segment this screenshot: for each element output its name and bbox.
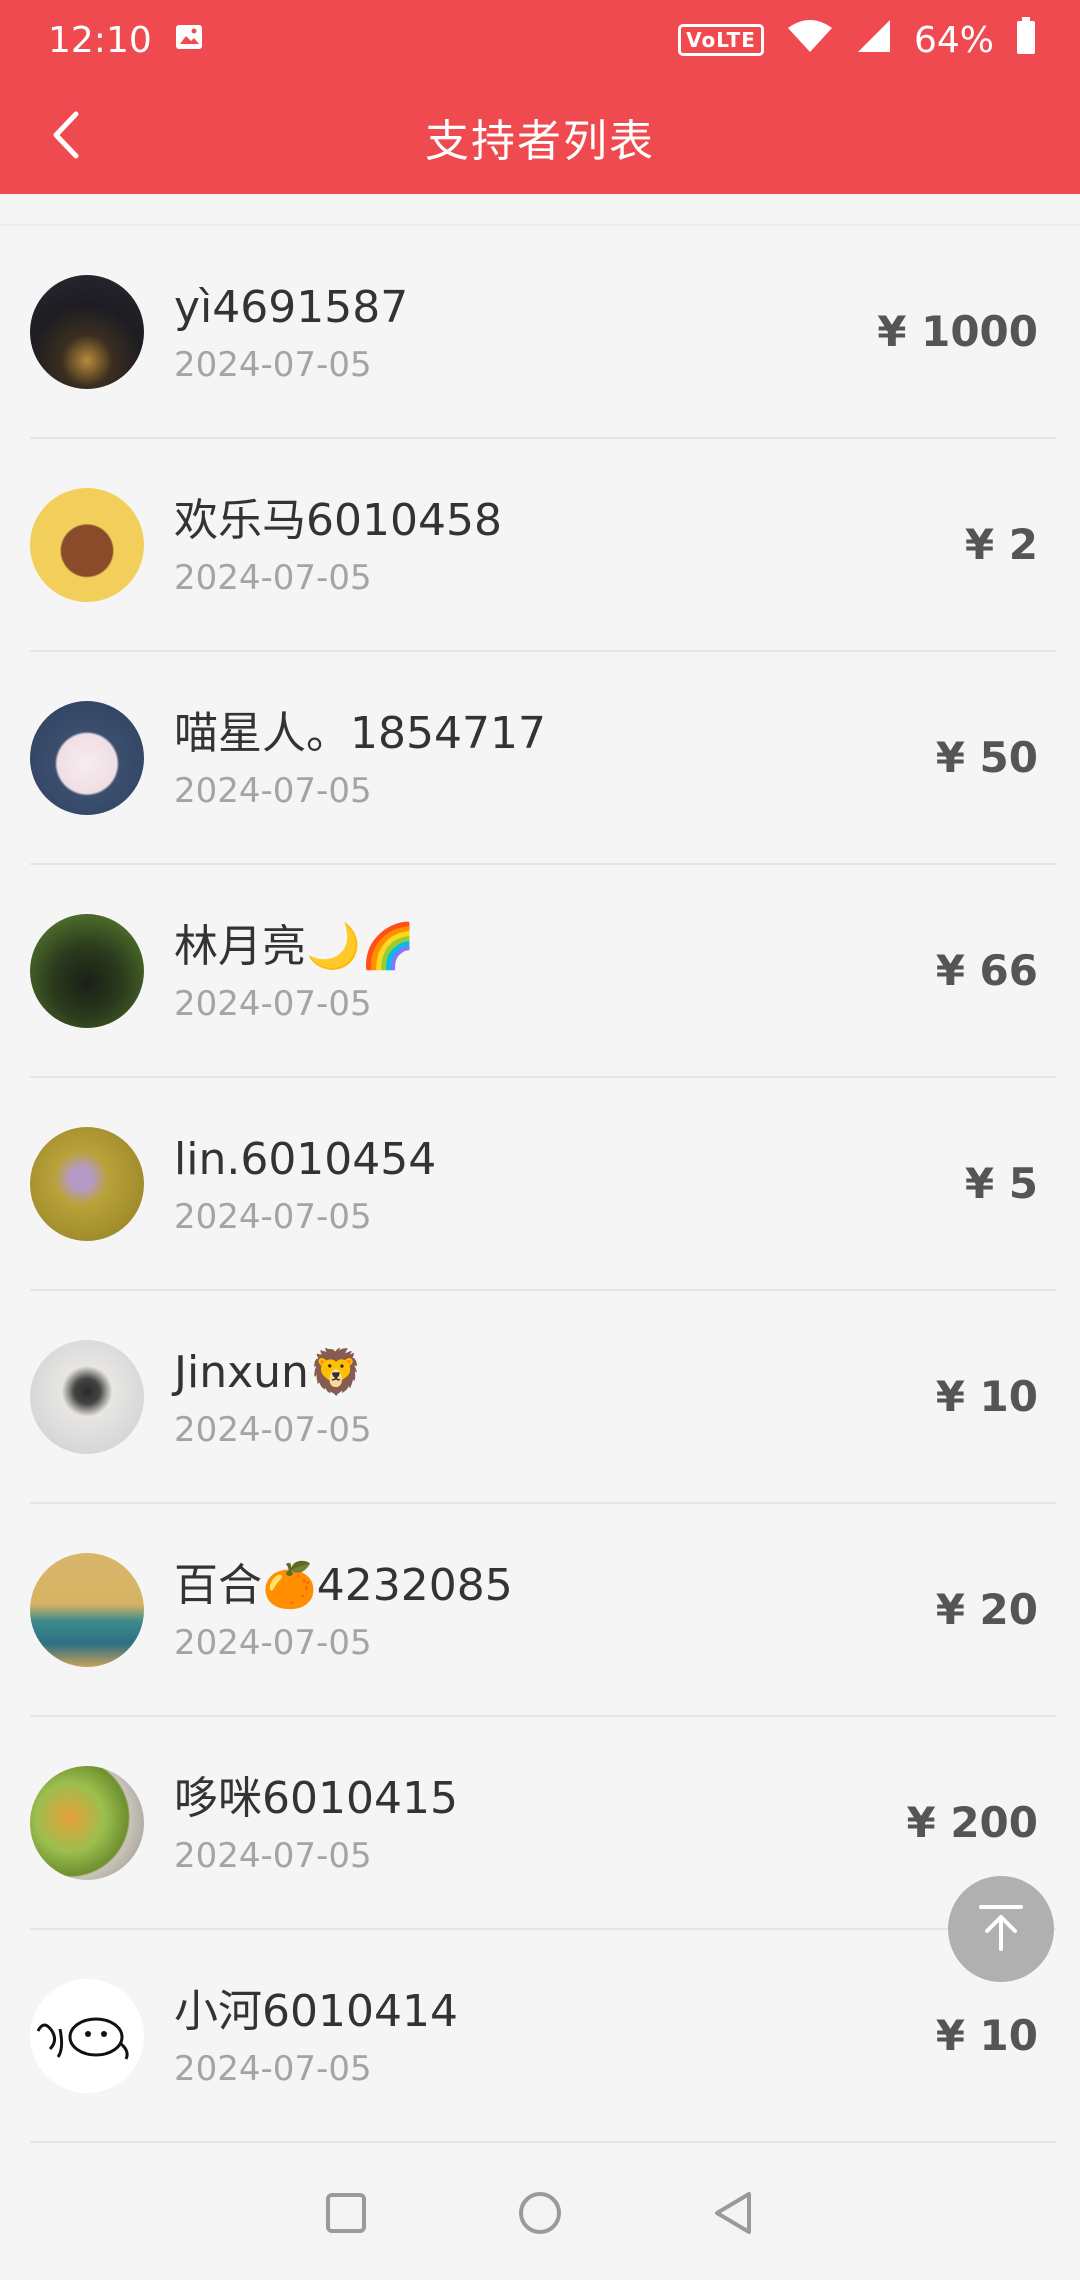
arrow-up-to-top-icon	[973, 1899, 1029, 1959]
signal-icon	[856, 18, 892, 63]
avatar	[30, 487, 144, 602]
support-date: 2024-07-05	[174, 557, 372, 598]
support-amount: ¥ 10	[935, 1372, 1038, 1421]
support-amount: ¥ 5	[964, 1159, 1038, 1208]
supporter-name: 喵星人。1854717	[174, 707, 546, 759]
status-time: 12:10	[48, 19, 152, 61]
support-amount: ¥ 2	[964, 520, 1038, 569]
support-date: 2024-07-05	[174, 1835, 372, 1876]
supporter-name: 林月亮🌙🌈	[174, 920, 416, 972]
wifi-icon	[786, 18, 834, 63]
support-amount: ¥ 20	[935, 1585, 1038, 1634]
support-date: 2024-07-05	[174, 1196, 372, 1237]
support-amount: ¥ 1000	[877, 307, 1038, 356]
support-amount: ¥ 50	[935, 733, 1038, 782]
avatar	[30, 1126, 144, 1241]
list-item[interactable]: 小河6010414 2024-07-05 ¥ 10	[30, 1930, 1056, 2143]
supporter-name: Jinxun🦁	[174, 1346, 364, 1398]
list-item[interactable]: 哆咪6010415 2024-07-05 ¥ 200	[30, 1717, 1056, 1930]
back-triangle-icon	[711, 2190, 757, 2240]
recents-button[interactable]	[314, 2183, 378, 2247]
volte-badge: VoLTE	[678, 24, 764, 56]
supporter-name: 欢乐马6010458	[174, 494, 502, 546]
scroll-to-top-button[interactable]	[948, 1876, 1054, 1982]
support-date: 2024-07-05	[174, 2048, 372, 2089]
page-title: 支持者列表	[425, 116, 655, 167]
support-date: 2024-07-05	[174, 983, 372, 1024]
support-amount: ¥ 10	[935, 2011, 1038, 2060]
supporter-list: yì4691587 2024-07-05 ¥ 1000 欢乐马6010458 2…	[0, 224, 1080, 2143]
support-date: 2024-07-05	[174, 344, 372, 385]
avatar	[30, 1765, 144, 1880]
support-date: 2024-07-05	[174, 1622, 372, 1663]
list-item[interactable]: Jinxun🦁 2024-07-05 ¥ 10	[30, 1291, 1056, 1504]
support-amount: ¥ 200	[906, 1798, 1038, 1847]
supporter-name: 小河6010414	[174, 1985, 458, 2037]
list-item[interactable]: yì4691587 2024-07-05 ¥ 1000	[30, 226, 1056, 439]
supporter-name: yì4691587	[174, 281, 409, 333]
home-button[interactable]	[508, 2183, 572, 2247]
avatar	[30, 1339, 144, 1454]
status-bar: 12:10 VoLTE 64%	[0, 0, 1080, 80]
supporter-name: lin.6010454	[174, 1133, 437, 1185]
system-back-button[interactable]	[702, 2183, 766, 2247]
avatar	[30, 274, 144, 389]
supporter-name: 百合🍊4232085	[174, 1559, 513, 1611]
list-item[interactable]: 喵星人。1854717 2024-07-05 ¥ 50	[30, 652, 1056, 865]
avatar	[30, 1552, 144, 1667]
list-item[interactable]: 百合🍊4232085 2024-07-05 ¥ 20	[30, 1504, 1056, 1717]
avatar	[30, 1978, 144, 2093]
avatar	[30, 913, 144, 1028]
home-circle-icon	[517, 2190, 563, 2240]
image-icon	[174, 20, 204, 61]
app-bar: 支持者列表	[0, 80, 1080, 194]
battery-icon	[1016, 16, 1036, 64]
list-item[interactable]: 欢乐马6010458 2024-07-05 ¥ 2	[30, 439, 1056, 652]
recents-square-icon	[324, 2191, 368, 2239]
support-date: 2024-07-05	[174, 1409, 372, 1450]
battery-percent: 64%	[913, 19, 994, 61]
support-amount: ¥ 66	[935, 946, 1038, 995]
supporter-name: 哆咪6010415	[174, 1772, 458, 1824]
system-nav-bar	[0, 2150, 1080, 2280]
back-button[interactable]	[30, 102, 100, 172]
avatar	[30, 700, 144, 815]
support-date: 2024-07-05	[174, 770, 372, 811]
chevron-left-icon	[48, 110, 82, 164]
list-item[interactable]: 林月亮🌙🌈 2024-07-05 ¥ 66	[30, 865, 1056, 1078]
list-item[interactable]: lin.6010454 2024-07-05 ¥ 5	[30, 1078, 1056, 1291]
